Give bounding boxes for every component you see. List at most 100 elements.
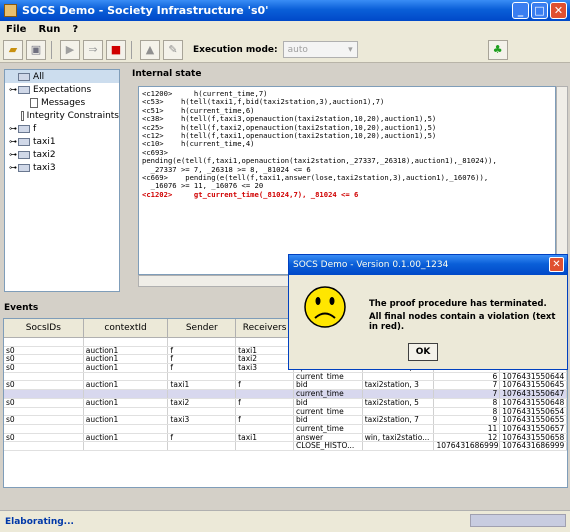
column-header[interactable]: Sender (168, 319, 237, 337)
save-button[interactable]: ▣ (26, 39, 46, 60)
table-cell: auction1 (84, 381, 169, 390)
table-cell: s0 (4, 381, 84, 390)
execution-mode-select[interactable]: auto ▾ (282, 41, 358, 58)
folder-icon (18, 150, 30, 159)
table-cell: taxi3 (168, 416, 237, 424)
table-cell: 1076431550654 (500, 407, 567, 416)
toolbar: ▰ ▣ ▶ ⇒ ■ ▲ ✎ Execution mode: auto ▾ ♣ (0, 37, 570, 63)
column-header[interactable]: Receivers (236, 319, 294, 337)
table-row[interactable]: current_time 11 1076431550657 (4, 424, 567, 434)
document-icon (30, 97, 38, 108)
column-header[interactable]: contextId (84, 319, 169, 337)
table-row[interactable]: current_time 7 1076431550647 (4, 390, 567, 399)
table-cell (168, 372, 237, 381)
table-cell (363, 407, 435, 416)
tree-node[interactable]: All (5, 70, 119, 83)
table-cell: 7 (434, 390, 501, 398)
expand-icon[interactable]: ⊶ (9, 85, 18, 94)
table-cell: s0 (4, 364, 84, 372)
table-cell: 7 (434, 381, 501, 390)
wand-icon: ✎ (168, 42, 178, 56)
expand-icon[interactable]: ⊶ (9, 163, 18, 172)
table-cell (363, 442, 435, 450)
splitter-handle[interactable] (122, 69, 127, 292)
tree-node[interactable]: ⊶ taxi1 (5, 135, 119, 148)
tree-node-label: Expectations (33, 84, 92, 95)
tree-node[interactable]: ⊶ Expectations (5, 83, 119, 96)
wand-button[interactable]: ✎ (163, 39, 183, 60)
column-header[interactable]: SocsIDs (4, 319, 84, 337)
step-button[interactable]: ⇒ (83, 39, 103, 60)
table-cell (236, 442, 294, 450)
table-row[interactable]: s0 auction1 taxi1 f bid taxi2station, 3 7 10764… (4, 381, 567, 391)
table-cell: taxi1 (168, 381, 237, 390)
table-cell: answer (294, 433, 363, 442)
table-cell (84, 424, 169, 433)
table-cell: f (236, 398, 294, 407)
table-cell (236, 390, 294, 398)
minimize-button[interactable]: _ (512, 2, 529, 19)
expand-icon[interactable]: ⊶ (9, 150, 18, 159)
table-cell: auction1 (84, 355, 169, 364)
table-cell: taxi2station, 3 (363, 381, 435, 390)
status-text: Elaborating... (5, 516, 74, 527)
table-row[interactable]: current_time 8 1076431550654 (4, 407, 567, 417)
table-cell: current_time (294, 372, 363, 381)
table-row[interactable]: current_time 6 1076431550644 (4, 372, 567, 382)
table-cell: f (236, 381, 294, 390)
table-cell: 1076431550645 (500, 381, 567, 390)
play-icon: ▶ (65, 42, 75, 56)
table-cell: 8 (434, 398, 501, 407)
tree-node[interactable]: ⊶ taxi3 (5, 161, 119, 174)
table-cell: taxi2station, 7 (363, 416, 435, 424)
table-row[interactable]: s0 auction1 taxi2 f bid taxi2station, 5 8 10764… (4, 398, 567, 408)
table-cell: CLOSE_HISTO... (294, 442, 363, 450)
table-cell: f (236, 416, 294, 424)
folder-icon (18, 163, 30, 172)
tree-node[interactable]: Integrity Constraints (5, 109, 119, 122)
expand-icon[interactable]: ⊶ (9, 124, 18, 133)
table-cell (4, 424, 84, 433)
table-cell: auction1 (84, 364, 169, 372)
tree-button[interactable]: ♣ (487, 39, 508, 60)
menu-help[interactable]: ? (66, 24, 84, 35)
table-row[interactable]: s0 auction1 f taxi1 answer win, taxi2statio..… (4, 433, 567, 443)
table-cell (84, 372, 169, 381)
table-row[interactable]: CLOSE_HISTO... 1076431686999 1076431686999 (4, 442, 567, 451)
lock-icon: ▲ (145, 42, 155, 56)
table-cell: 1076431550648 (500, 398, 567, 407)
dialog-close-button[interactable]: ✕ (549, 257, 564, 272)
table-cell: taxi1 (236, 433, 294, 442)
table-cell: f (168, 346, 237, 355)
table-cell: 1076431550657 (500, 424, 567, 433)
table-cell (168, 442, 237, 450)
open-folder-button[interactable]: ▰ (3, 39, 23, 60)
table-cell: s0 (4, 346, 84, 355)
stop-button[interactable]: ■ (106, 39, 126, 60)
tree-node-label: Integrity Constraints (26, 110, 119, 121)
society-tree[interactable]: All ⊶ Expectations Messages Integrity Constr… (4, 69, 120, 292)
table-cell: bid (294, 416, 363, 424)
table-cell: 1076431550655 (500, 416, 567, 424)
table-cell (84, 338, 169, 346)
table-cell: auction1 (84, 416, 169, 424)
folder-icon (18, 85, 30, 94)
table-cell (168, 407, 237, 416)
folder-icon: ▰ (8, 42, 18, 56)
maximize-button[interactable]: □ (531, 2, 548, 19)
close-button[interactable]: ✕ (550, 2, 567, 19)
table-cell: f (168, 364, 237, 372)
state-line: <c1202> gt_current_time(_81024,7), _8102… (142, 189, 359, 199)
state-line: <c10> h(current_time,4) (142, 139, 255, 149)
play-button[interactable]: ▶ (60, 39, 80, 60)
table-row[interactable]: s0 auction1 taxi3 f bid taxi2station, 7 9 10764… (4, 416, 567, 425)
menu-run[interactable]: Run (32, 24, 66, 35)
expand-icon[interactable]: ⊶ (9, 137, 18, 146)
menu-file[interactable]: File (0, 24, 32, 35)
ok-button[interactable]: OK (408, 343, 438, 361)
tree-node[interactable]: Messages (5, 96, 119, 109)
tree-node[interactable]: ⊶ f (5, 122, 119, 135)
lock-button[interactable]: ▲ (140, 39, 160, 60)
table-cell: auction1 (84, 346, 169, 355)
tree-node[interactable]: ⊶ taxi2 (5, 148, 119, 161)
